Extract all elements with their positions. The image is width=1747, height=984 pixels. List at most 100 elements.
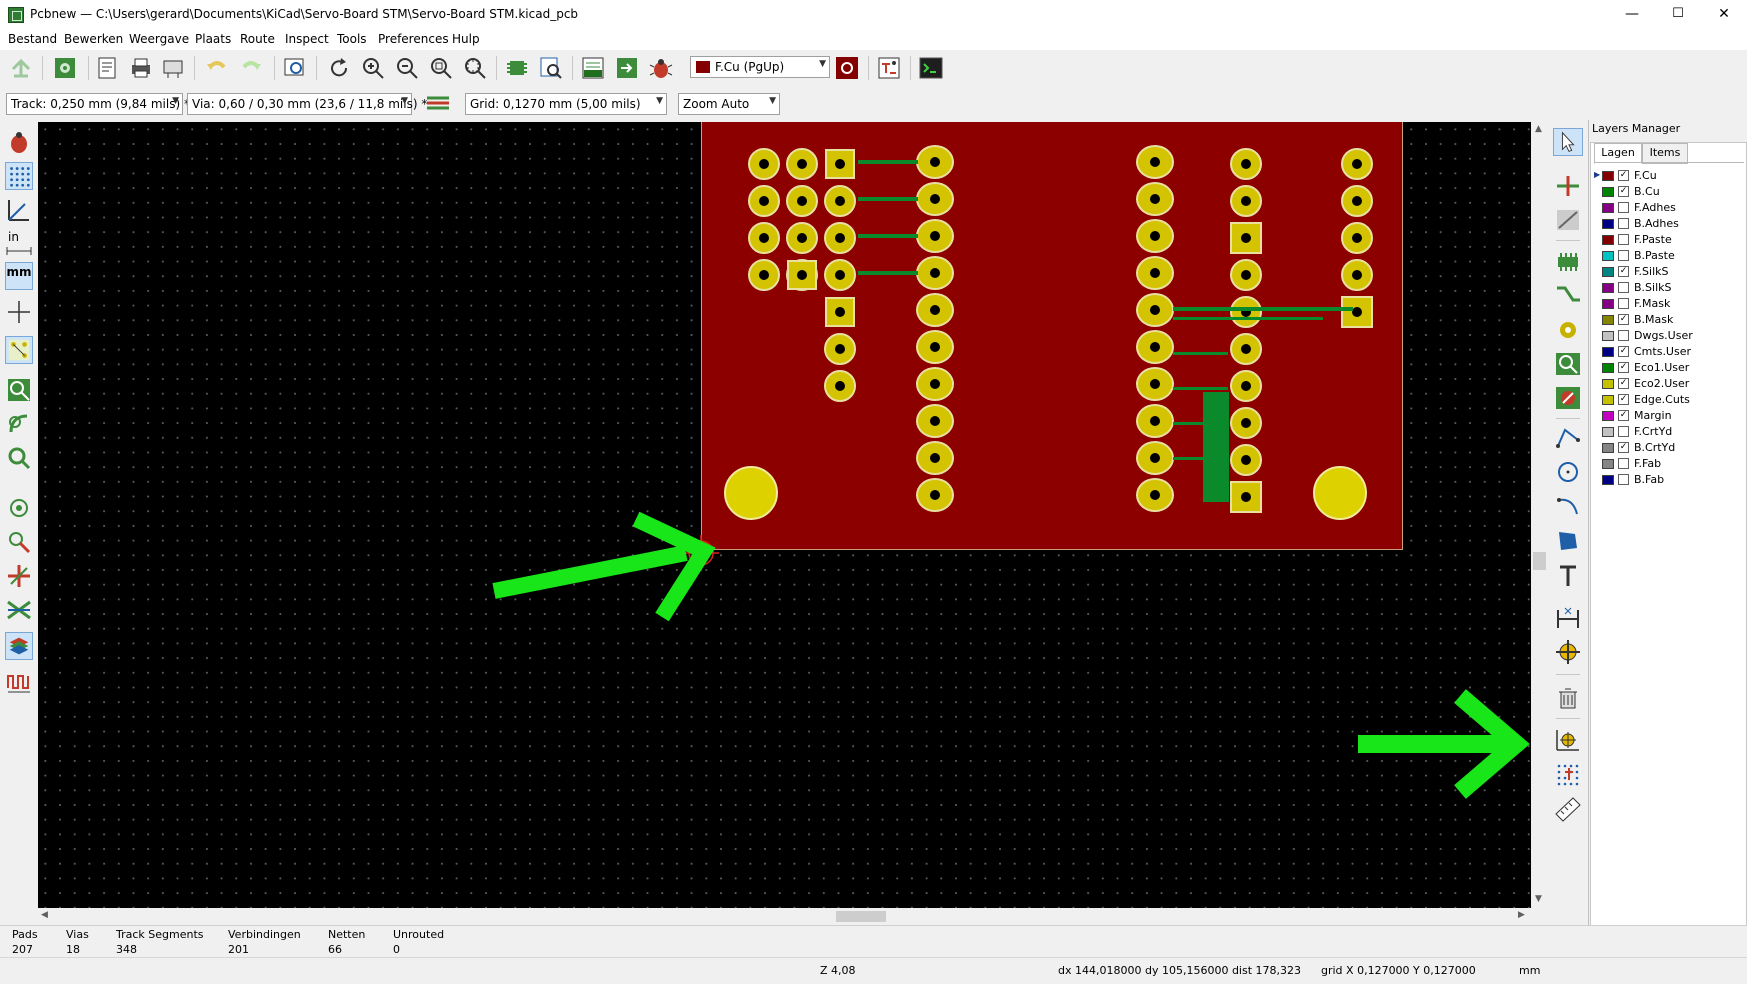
layer-visibility-checkbox[interactable]: ✓ bbox=[1618, 394, 1629, 405]
layer-row[interactable]: F.Paste bbox=[1598, 232, 1743, 248]
via-sketch-icon[interactable] bbox=[5, 528, 33, 556]
tab-items[interactable]: Items bbox=[1642, 143, 1688, 164]
layer-color-swatch[interactable] bbox=[1602, 427, 1614, 437]
layer-color-swatch[interactable] bbox=[1602, 395, 1614, 405]
grid-select[interactable]: Grid: 0,1270 mm (5,00 mils) ▼ bbox=[465, 93, 667, 115]
zone-sketch-icon[interactable] bbox=[5, 444, 33, 472]
measure-tool-icon[interactable] bbox=[1553, 794, 1583, 822]
menu-weergave[interactable]: Weergave bbox=[129, 32, 189, 46]
layer-visibility-checkbox[interactable]: ✓ bbox=[1618, 266, 1629, 277]
layer-visibility-checkbox[interactable] bbox=[1618, 458, 1629, 469]
layer-row[interactable]: B.Fab bbox=[1598, 472, 1743, 488]
layer-visibility-checkbox[interactable] bbox=[1618, 298, 1629, 309]
add-target-icon[interactable] bbox=[1553, 638, 1583, 666]
zoom-in-icon[interactable] bbox=[360, 55, 386, 81]
add-circle-icon[interactable] bbox=[1553, 458, 1583, 486]
scroll-up-icon[interactable]: ▲ bbox=[1535, 124, 1542, 134]
layer-color-swatch[interactable] bbox=[1602, 187, 1614, 197]
highlight-net-icon[interactable] bbox=[1553, 172, 1583, 200]
active-layer-select[interactable]: F.Cu (PgUp) ▼ bbox=[690, 56, 830, 78]
netlist-icon[interactable] bbox=[580, 55, 606, 81]
layer-visibility-checkbox[interactable] bbox=[1618, 218, 1629, 229]
page-settings-icon[interactable] bbox=[95, 55, 121, 81]
undo-icon[interactable] bbox=[204, 55, 230, 81]
vertical-scroll-thumb[interactable] bbox=[1533, 552, 1546, 570]
units-inch-button[interactable]: in bbox=[8, 230, 19, 244]
layer-visibility-checkbox[interactable] bbox=[1618, 250, 1629, 261]
scroll-right-icon[interactable]: ▶ bbox=[1518, 910, 1525, 920]
layer-color-swatch[interactable] bbox=[1602, 443, 1614, 453]
schematic-cross-probe-icon[interactable] bbox=[876, 55, 902, 81]
track-sketch-icon[interactable] bbox=[5, 562, 33, 590]
menu-preferences[interactable]: Preferences bbox=[378, 32, 449, 46]
layer-color-swatch[interactable] bbox=[1602, 315, 1614, 325]
horizontal-scroll-thumb[interactable] bbox=[836, 911, 886, 922]
layer-row[interactable]: F.CrtYd bbox=[1598, 424, 1743, 440]
layer-visibility-checkbox[interactable]: ✓ bbox=[1618, 314, 1629, 325]
layers-manager-toggle-icon[interactable] bbox=[5, 632, 33, 660]
add-polygon-icon[interactable] bbox=[1553, 526, 1583, 554]
drill-origin-icon[interactable] bbox=[1553, 726, 1583, 754]
layer-visibility-checkbox[interactable]: ✓ bbox=[1618, 378, 1629, 389]
show-ratsnest-icon[interactable] bbox=[5, 336, 33, 364]
layer-row[interactable]: ✓ B.Mask bbox=[1598, 312, 1743, 328]
layer-row[interactable]: ✓ Eco1.User bbox=[1598, 360, 1743, 376]
layer-visibility-checkbox[interactable] bbox=[1618, 282, 1629, 293]
full-cursor-icon[interactable] bbox=[5, 298, 33, 326]
add-line-icon[interactable] bbox=[1553, 424, 1583, 452]
microwave-toolbar-icon[interactable] bbox=[5, 668, 33, 696]
layer-color-swatch[interactable] bbox=[1602, 171, 1614, 181]
redo-icon[interactable] bbox=[238, 55, 264, 81]
via-size-select[interactable]: Via: 0,60 / 0,30 mm (23,6 / 11,8 mils) *… bbox=[187, 93, 427, 115]
track-width-select[interactable]: Track: 0,250 mm (9,84 mils) * ▼ bbox=[6, 93, 190, 115]
layer-visibility-checkbox[interactable] bbox=[1618, 474, 1629, 485]
menu-route[interactable]: Route bbox=[240, 32, 275, 46]
scroll-left-icon[interactable]: ◀ bbox=[41, 910, 48, 920]
layer-visibility-checkbox[interactable] bbox=[1618, 234, 1629, 245]
layer-row[interactable]: ✓ Margin bbox=[1598, 408, 1743, 424]
layer-row[interactable]: B.SilkS bbox=[1598, 280, 1743, 296]
update-pcb-icon[interactable] bbox=[614, 55, 640, 81]
minimize-button[interactable]: — bbox=[1609, 0, 1655, 28]
add-footprint-icon[interactable] bbox=[1553, 248, 1583, 276]
auto-track-width-icon[interactable] bbox=[424, 90, 452, 116]
layer-row[interactable]: ✓ F.Cu bbox=[1598, 168, 1743, 184]
redraw-icon[interactable] bbox=[326, 55, 352, 81]
local-ratsnest-icon[interactable] bbox=[1553, 206, 1583, 234]
tab-lagen[interactable]: Lagen bbox=[1594, 143, 1642, 164]
zoom-fit-icon[interactable] bbox=[428, 55, 454, 81]
layer-color-swatch[interactable] bbox=[1602, 251, 1614, 261]
zone-outline-icon[interactable] bbox=[5, 410, 33, 438]
layer-color-swatch[interactable] bbox=[1602, 379, 1614, 389]
polar-coords-icon[interactable] bbox=[5, 196, 33, 224]
board-setup-icon[interactable] bbox=[52, 55, 78, 81]
layer-color-swatch[interactable] bbox=[1602, 411, 1614, 421]
layer-visibility-checkbox[interactable]: ✓ bbox=[1618, 346, 1629, 357]
layer-color-swatch[interactable] bbox=[1602, 299, 1614, 309]
menu-tools[interactable]: Tools bbox=[337, 32, 367, 46]
layer-visibility-checkbox[interactable] bbox=[1618, 330, 1629, 341]
zoom-out-icon[interactable] bbox=[394, 55, 420, 81]
high-contrast-icon[interactable] bbox=[5, 596, 33, 624]
layer-pair-icon[interactable] bbox=[834, 55, 860, 81]
grid-origin-icon[interactable] bbox=[1553, 760, 1583, 788]
layer-color-swatch[interactable] bbox=[1602, 331, 1614, 341]
footprint-browser-icon[interactable] bbox=[538, 55, 564, 81]
layer-row[interactable]: ✓ Cmts.User bbox=[1598, 344, 1743, 360]
maximize-button[interactable]: ☐ bbox=[1655, 0, 1701, 28]
add-arc-icon[interactable] bbox=[1553, 492, 1583, 520]
layer-color-swatch[interactable] bbox=[1602, 267, 1614, 277]
vertical-scrollbar[interactable]: ▲ ▼ bbox=[1531, 122, 1548, 908]
layer-visibility-checkbox[interactable]: ✓ bbox=[1618, 362, 1629, 373]
layer-color-swatch[interactable] bbox=[1602, 203, 1614, 213]
layer-visibility-checkbox[interactable]: ✓ bbox=[1618, 170, 1629, 181]
layer-color-swatch[interactable] bbox=[1602, 219, 1614, 229]
layer-row[interactable]: ✓ Edge.Cuts bbox=[1598, 392, 1743, 408]
close-button[interactable]: ✕ bbox=[1701, 0, 1747, 28]
route-track-icon[interactable] bbox=[1553, 282, 1583, 310]
pad-sketch-icon[interactable] bbox=[5, 494, 33, 522]
layer-row[interactable]: B.Adhes bbox=[1598, 216, 1743, 232]
footprint-editor-icon[interactable] bbox=[504, 55, 530, 81]
add-dimension-icon[interactable] bbox=[1553, 604, 1583, 632]
layer-row[interactable]: F.Adhes bbox=[1598, 200, 1743, 216]
